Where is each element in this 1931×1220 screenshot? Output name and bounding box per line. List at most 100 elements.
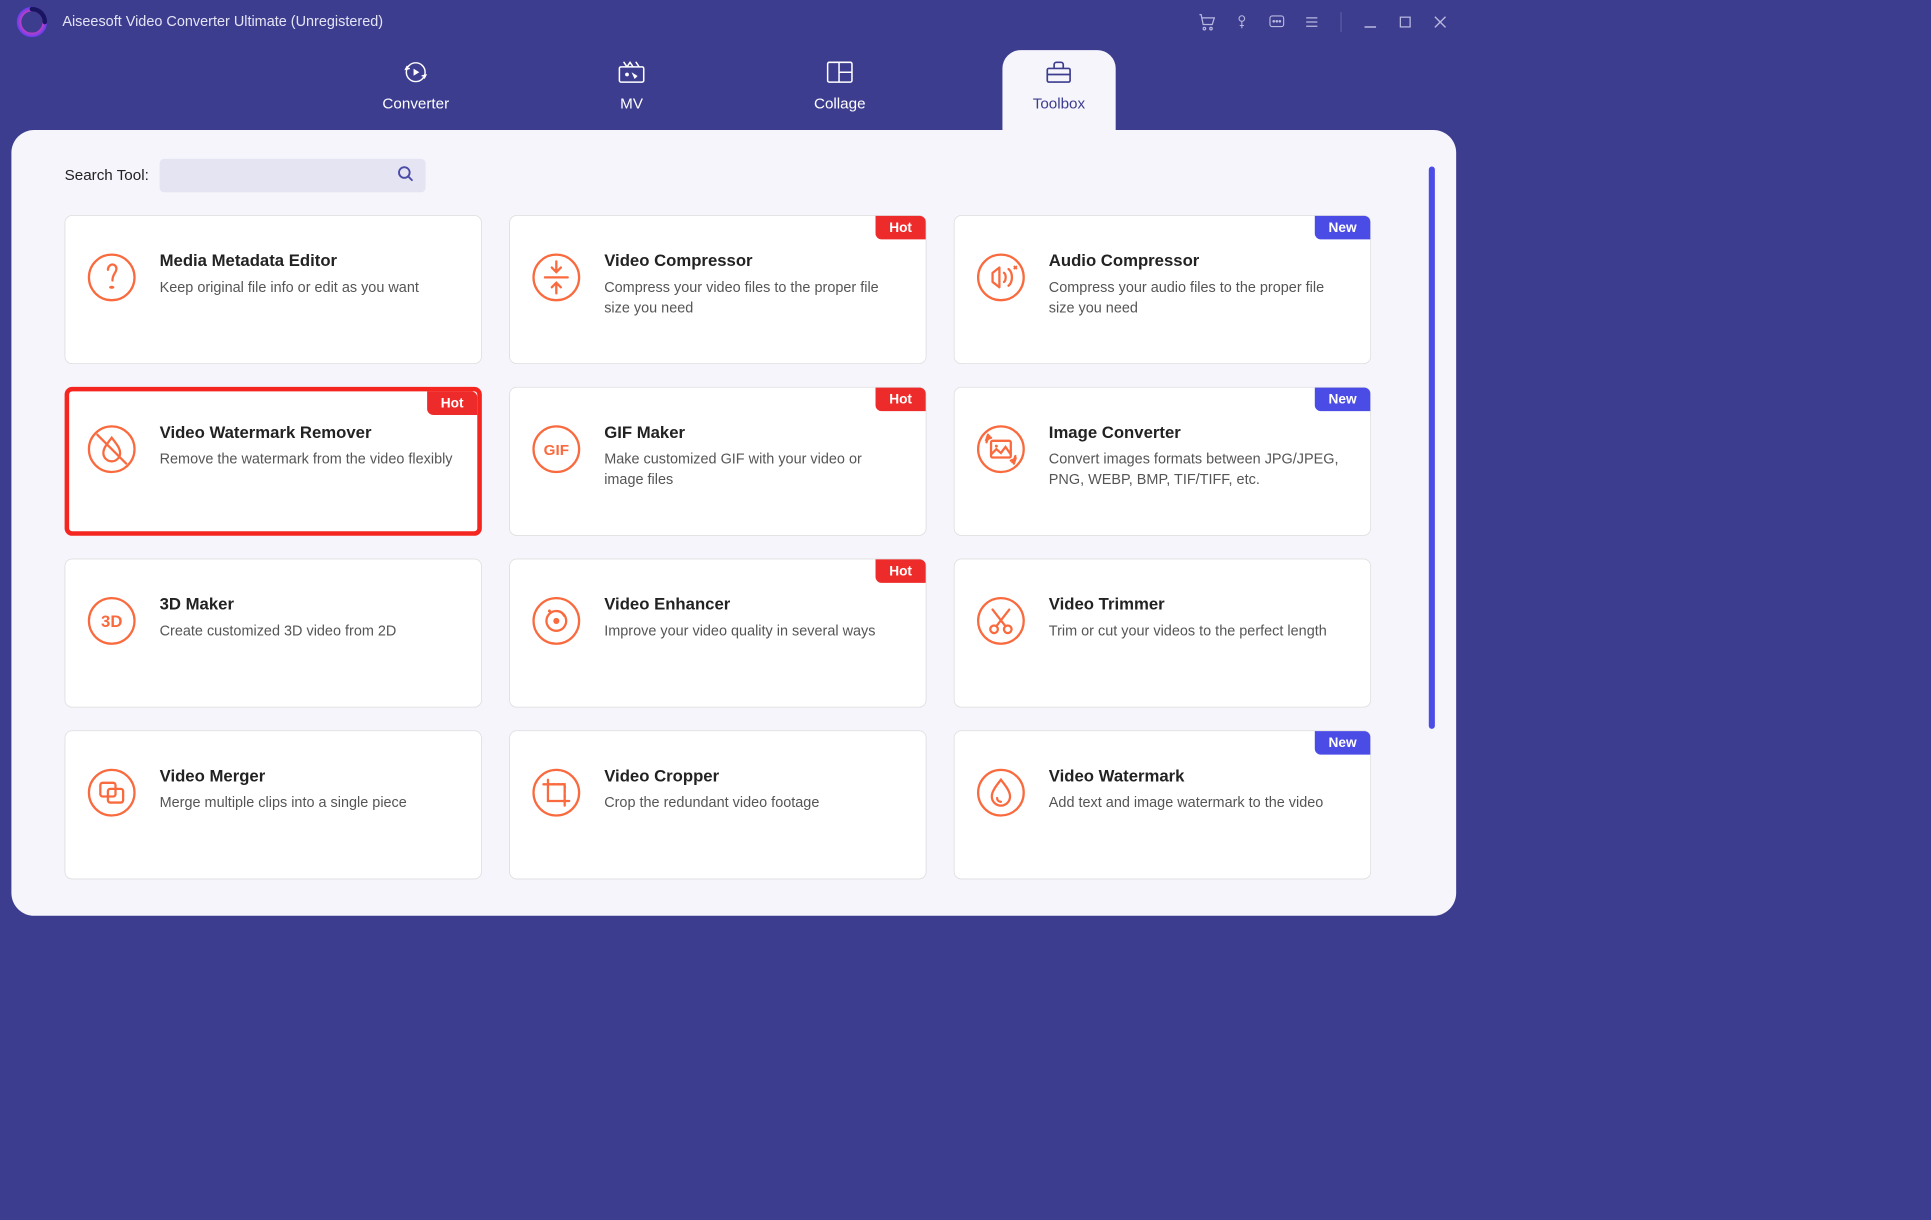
card-text: Video Compressor Compress your video file… (604, 239, 904, 341)
tab-toolbox[interactable]: Toolbox (1002, 50, 1115, 130)
compress-a-icon (976, 252, 1026, 302)
tool-card[interactable]: Hot Video Compressor Compress your video f… (509, 215, 926, 364)
hot-badge: Hot (427, 391, 477, 415)
search-icon[interactable] (386, 165, 426, 187)
tool-description: Remove the watermark from the video flex… (160, 450, 460, 470)
card-text: Video Watermark Remover Remove the waterm… (160, 410, 460, 512)
tool-description: Compress your video files to the proper … (604, 278, 904, 318)
tool-grid: Media Metadata Editor Keep original file … (65, 215, 1416, 879)
tab-label: Toolbox (1033, 96, 1085, 113)
window-controls (1196, 11, 1451, 32)
water-icon (976, 768, 1026, 818)
imgconv-icon (976, 424, 1026, 474)
converter-icon (401, 59, 430, 85)
tool-card[interactable]: New Video Watermark Add text and image wat… (954, 730, 1371, 879)
tool-title: Video Compressor (604, 251, 904, 271)
tab-mv[interactable]: MV (586, 50, 677, 130)
trim-icon (976, 596, 1026, 646)
tool-card[interactable]: Video Cropper Crop the redundant video fo… (509, 730, 926, 879)
card-text: Video Cropper Crop the redundant video fo… (604, 754, 904, 856)
merge-icon (87, 768, 137, 818)
tab-label: MV (620, 96, 643, 113)
close-icon[interactable] (1430, 11, 1451, 32)
titlebar: Aiseesoft Video Converter Ultimate (Unre… (0, 0, 1468, 44)
tool-card[interactable]: Hot GIF GIF Maker Make customized GIF with … (509, 387, 926, 536)
main-tabs: Converter MV Collage Toolbox (0, 44, 1468, 130)
new-badge: New (1315, 216, 1370, 240)
card-text: Video Merger Merge multiple clips into a … (160, 754, 460, 856)
tool-description: Add text and image watermark to the vide… (1049, 793, 1349, 813)
svg-text:GIF: GIF (544, 442, 569, 459)
nowater-icon (87, 424, 137, 474)
card-text: Image Converter Convert images formats be… (1049, 410, 1349, 512)
tool-description: Merge multiple clips into a single piece (160, 793, 460, 813)
hot-badge: Hot (876, 559, 926, 583)
key-icon[interactable] (1231, 11, 1252, 32)
crop-icon (531, 768, 581, 818)
card-text: Video Enhancer Improve your video quality… (604, 582, 904, 684)
new-badge: New (1315, 388, 1370, 412)
gif-icon: GIF (531, 424, 581, 474)
tool-card[interactable]: New Image Converter Convert images formats… (954, 387, 1371, 536)
tab-converter[interactable]: Converter (352, 50, 480, 130)
divider (1341, 12, 1342, 32)
collage-icon (825, 59, 854, 85)
tool-description: Compress your audio files to the proper … (1049, 278, 1349, 318)
tool-description: Keep original file info or edit as you w… (160, 278, 460, 298)
mv-icon (616, 59, 646, 85)
tool-description: Trim or cut your videos to the perfect l… (1049, 622, 1349, 642)
app-logo-icon (17, 7, 47, 37)
search-label: Search Tool: (65, 167, 149, 184)
card-text: Video Watermark Add text and image waterm… (1049, 754, 1349, 856)
tool-description: Crop the redundant video footage (604, 793, 904, 813)
card-text: GIF Maker Make customized GIF with your v… (604, 410, 904, 512)
tool-description: Improve your video quality in several wa… (604, 622, 904, 642)
info-icon (87, 252, 137, 302)
maximize-icon[interactable] (1395, 11, 1416, 32)
search-input[interactable] (159, 159, 385, 192)
enhance-icon (531, 596, 581, 646)
tool-card[interactable]: Media Metadata Editor Keep original file … (65, 215, 482, 364)
new-badge: New (1315, 731, 1370, 755)
hot-badge: Hot (876, 388, 926, 412)
svg-text:3D: 3D (101, 612, 122, 631)
tool-title: Media Metadata Editor (160, 251, 460, 271)
app-window: Aiseesoft Video Converter Ultimate (Unre… (0, 0, 1468, 927)
tab-label: Collage (814, 96, 866, 113)
card-text: 3D Maker Create customized 3D video from … (160, 582, 460, 684)
compress-v-icon (531, 252, 581, 302)
tool-card[interactable]: Hot Video Enhancer Improve your video qual… (509, 559, 926, 708)
tool-description: Convert images formats between JPG/JPEG,… (1049, 450, 1349, 490)
tool-card[interactable]: Video Merger Merge multiple clips into a … (65, 730, 482, 879)
tool-title: GIF Maker (604, 423, 904, 443)
tool-title: Video Watermark (1049, 766, 1349, 786)
tool-card[interactable]: New Audio Compressor Compress your audio f… (954, 215, 1371, 364)
tool-title: Audio Compressor (1049, 251, 1349, 271)
scrollbar[interactable] (1429, 166, 1435, 728)
menu-icon[interactable] (1301, 11, 1322, 32)
app-title: Aiseesoft Video Converter Ultimate (Unre… (62, 14, 383, 31)
tool-card[interactable]: Video TrimmerTrim or cut your videos to … (954, 559, 1371, 708)
tool-card[interactable]: Hot Video Watermark Remover Remove the wat… (65, 387, 482, 536)
feedback-icon[interactable] (1266, 11, 1287, 32)
minimize-icon[interactable] (1360, 11, 1381, 32)
tool-title: Video Watermark Remover (160, 423, 460, 443)
tool-description: Make customized GIF with your video or i… (604, 450, 904, 490)
tool-title: Video Cropper (604, 766, 904, 786)
card-text: Audio Compressor Compress your audio file… (1049, 239, 1349, 341)
cart-icon[interactable] (1196, 11, 1217, 32)
tool-card[interactable]: 3D 3D Maker Create customized 3D video fro… (65, 559, 482, 708)
tool-title: Video Merger (160, 766, 460, 786)
toolbox-icon (1044, 59, 1074, 85)
tool-title: 3D Maker (160, 594, 460, 614)
tab-collage[interactable]: Collage (784, 50, 896, 130)
search-box (159, 159, 425, 192)
search-row: Search Tool: (65, 159, 1416, 192)
tool-title: Video Enhancer (604, 594, 904, 614)
tool-description: Create customized 3D video from 2D (160, 622, 460, 642)
hot-badge: Hot (876, 216, 926, 240)
tool-title: Image Converter (1049, 423, 1349, 443)
3d-icon: 3D (87, 596, 137, 646)
tab-label: Converter (382, 96, 449, 113)
card-text: Media Metadata Editor Keep original file … (160, 239, 460, 341)
